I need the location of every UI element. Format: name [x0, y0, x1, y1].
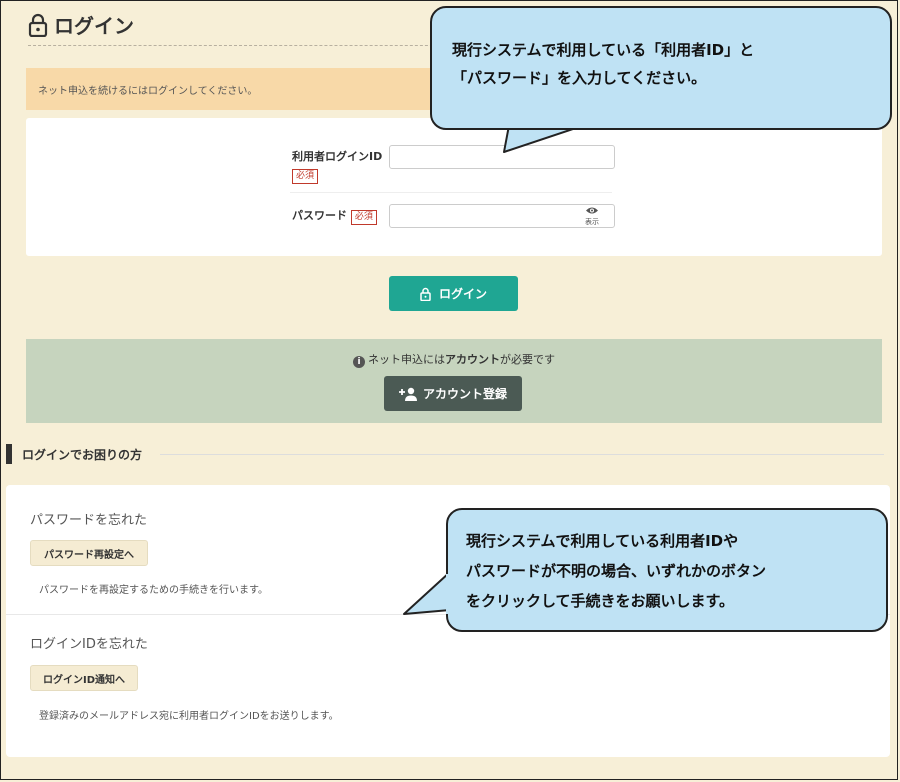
- top-callout: 現行システムで利用している「利用者ID」と 「パスワード」を入力してください。: [430, 6, 892, 130]
- page-title-text: ログイン: [54, 14, 134, 38]
- account-note: i ネット申込にはアカウントが必要です: [26, 351, 882, 368]
- notify-id-button[interactable]: ログインID通知へ: [30, 665, 138, 691]
- login-notice-text: ネット申込を続けるにはログインしてください。: [38, 85, 258, 97]
- notify-id-desc: 登録済みのメールアドレス宛に利用者ログインIDをお送りします。: [39, 711, 339, 722]
- login-form-card: [26, 118, 882, 256]
- register-account-button[interactable]: アカウント登録: [384, 376, 522, 411]
- register-account-label: アカウント登録: [422, 387, 507, 401]
- account-panel: i ネット申込にはアカウントが必要です アカウント登録: [26, 339, 882, 423]
- login-button-label: ログイン: [438, 287, 487, 301]
- show-password-label: 表示: [585, 218, 599, 226]
- user-id-label-text: 利用者ログインID: [292, 150, 383, 163]
- login-button[interactable]: ログイン: [389, 276, 518, 311]
- bottom-callout-line1: 現行システムで利用している利用者IDや: [466, 532, 739, 550]
- bottom-callout-line2: パスワードが不明の場合、いずれかのボタン: [466, 562, 767, 580]
- password-label-text: パスワード: [292, 209, 347, 222]
- info-icon: i: [353, 356, 365, 368]
- bottom-callout-line3: をクリックして手続きをお願いします。: [466, 592, 735, 610]
- title-divider: [28, 45, 448, 46]
- user-id-required-badge: 必須: [292, 169, 319, 184]
- reset-password-desc: パスワードを再設定するための手続きを行います。: [39, 585, 268, 596]
- forgot-password-title: パスワードを忘れた: [30, 513, 148, 528]
- page-title: ログイン: [28, 10, 134, 39]
- password-required-badge: 必須: [350, 210, 377, 225]
- reset-password-button[interactable]: パスワード再設定へ: [30, 540, 148, 566]
- heading-accent-bar: [6, 444, 12, 464]
- account-note-prefix: ネット申込には: [368, 353, 445, 366]
- lock-icon: [420, 287, 431, 301]
- top-callout-line1: 現行システムで利用している「利用者ID」と: [452, 41, 755, 59]
- bottom-callout: 現行システムで利用している利用者IDや パスワードが不明の場合、いずれかのボタン…: [446, 508, 888, 632]
- lock-icon: [28, 13, 48, 37]
- account-note-bold: アカウント: [445, 353, 500, 366]
- forgot-id-title: ログインIDを忘れた: [30, 637, 148, 652]
- top-callout-line2: 「パスワード」を入力してください。: [452, 69, 707, 87]
- bottom-callout-tail-join: [446, 574, 452, 614]
- add-user-icon: [398, 387, 417, 401]
- form-field-divider: [290, 192, 612, 193]
- account-note-suffix: が必要です: [500, 353, 555, 366]
- password-label: パスワード 必須: [292, 207, 377, 225]
- trouble-divider: [160, 454, 884, 455]
- show-password-toggle[interactable]: 表示: [580, 206, 604, 227]
- user-id-label: 利用者ログインID 必須: [292, 148, 382, 184]
- eye-icon: [586, 207, 598, 214]
- trouble-heading-text: ログインでお困りの方: [22, 447, 143, 462]
- login-notice: ネット申込を続けるにはログインしてください。: [26, 68, 486, 110]
- trouble-heading: ログインでお困りの方: [6, 444, 142, 464]
